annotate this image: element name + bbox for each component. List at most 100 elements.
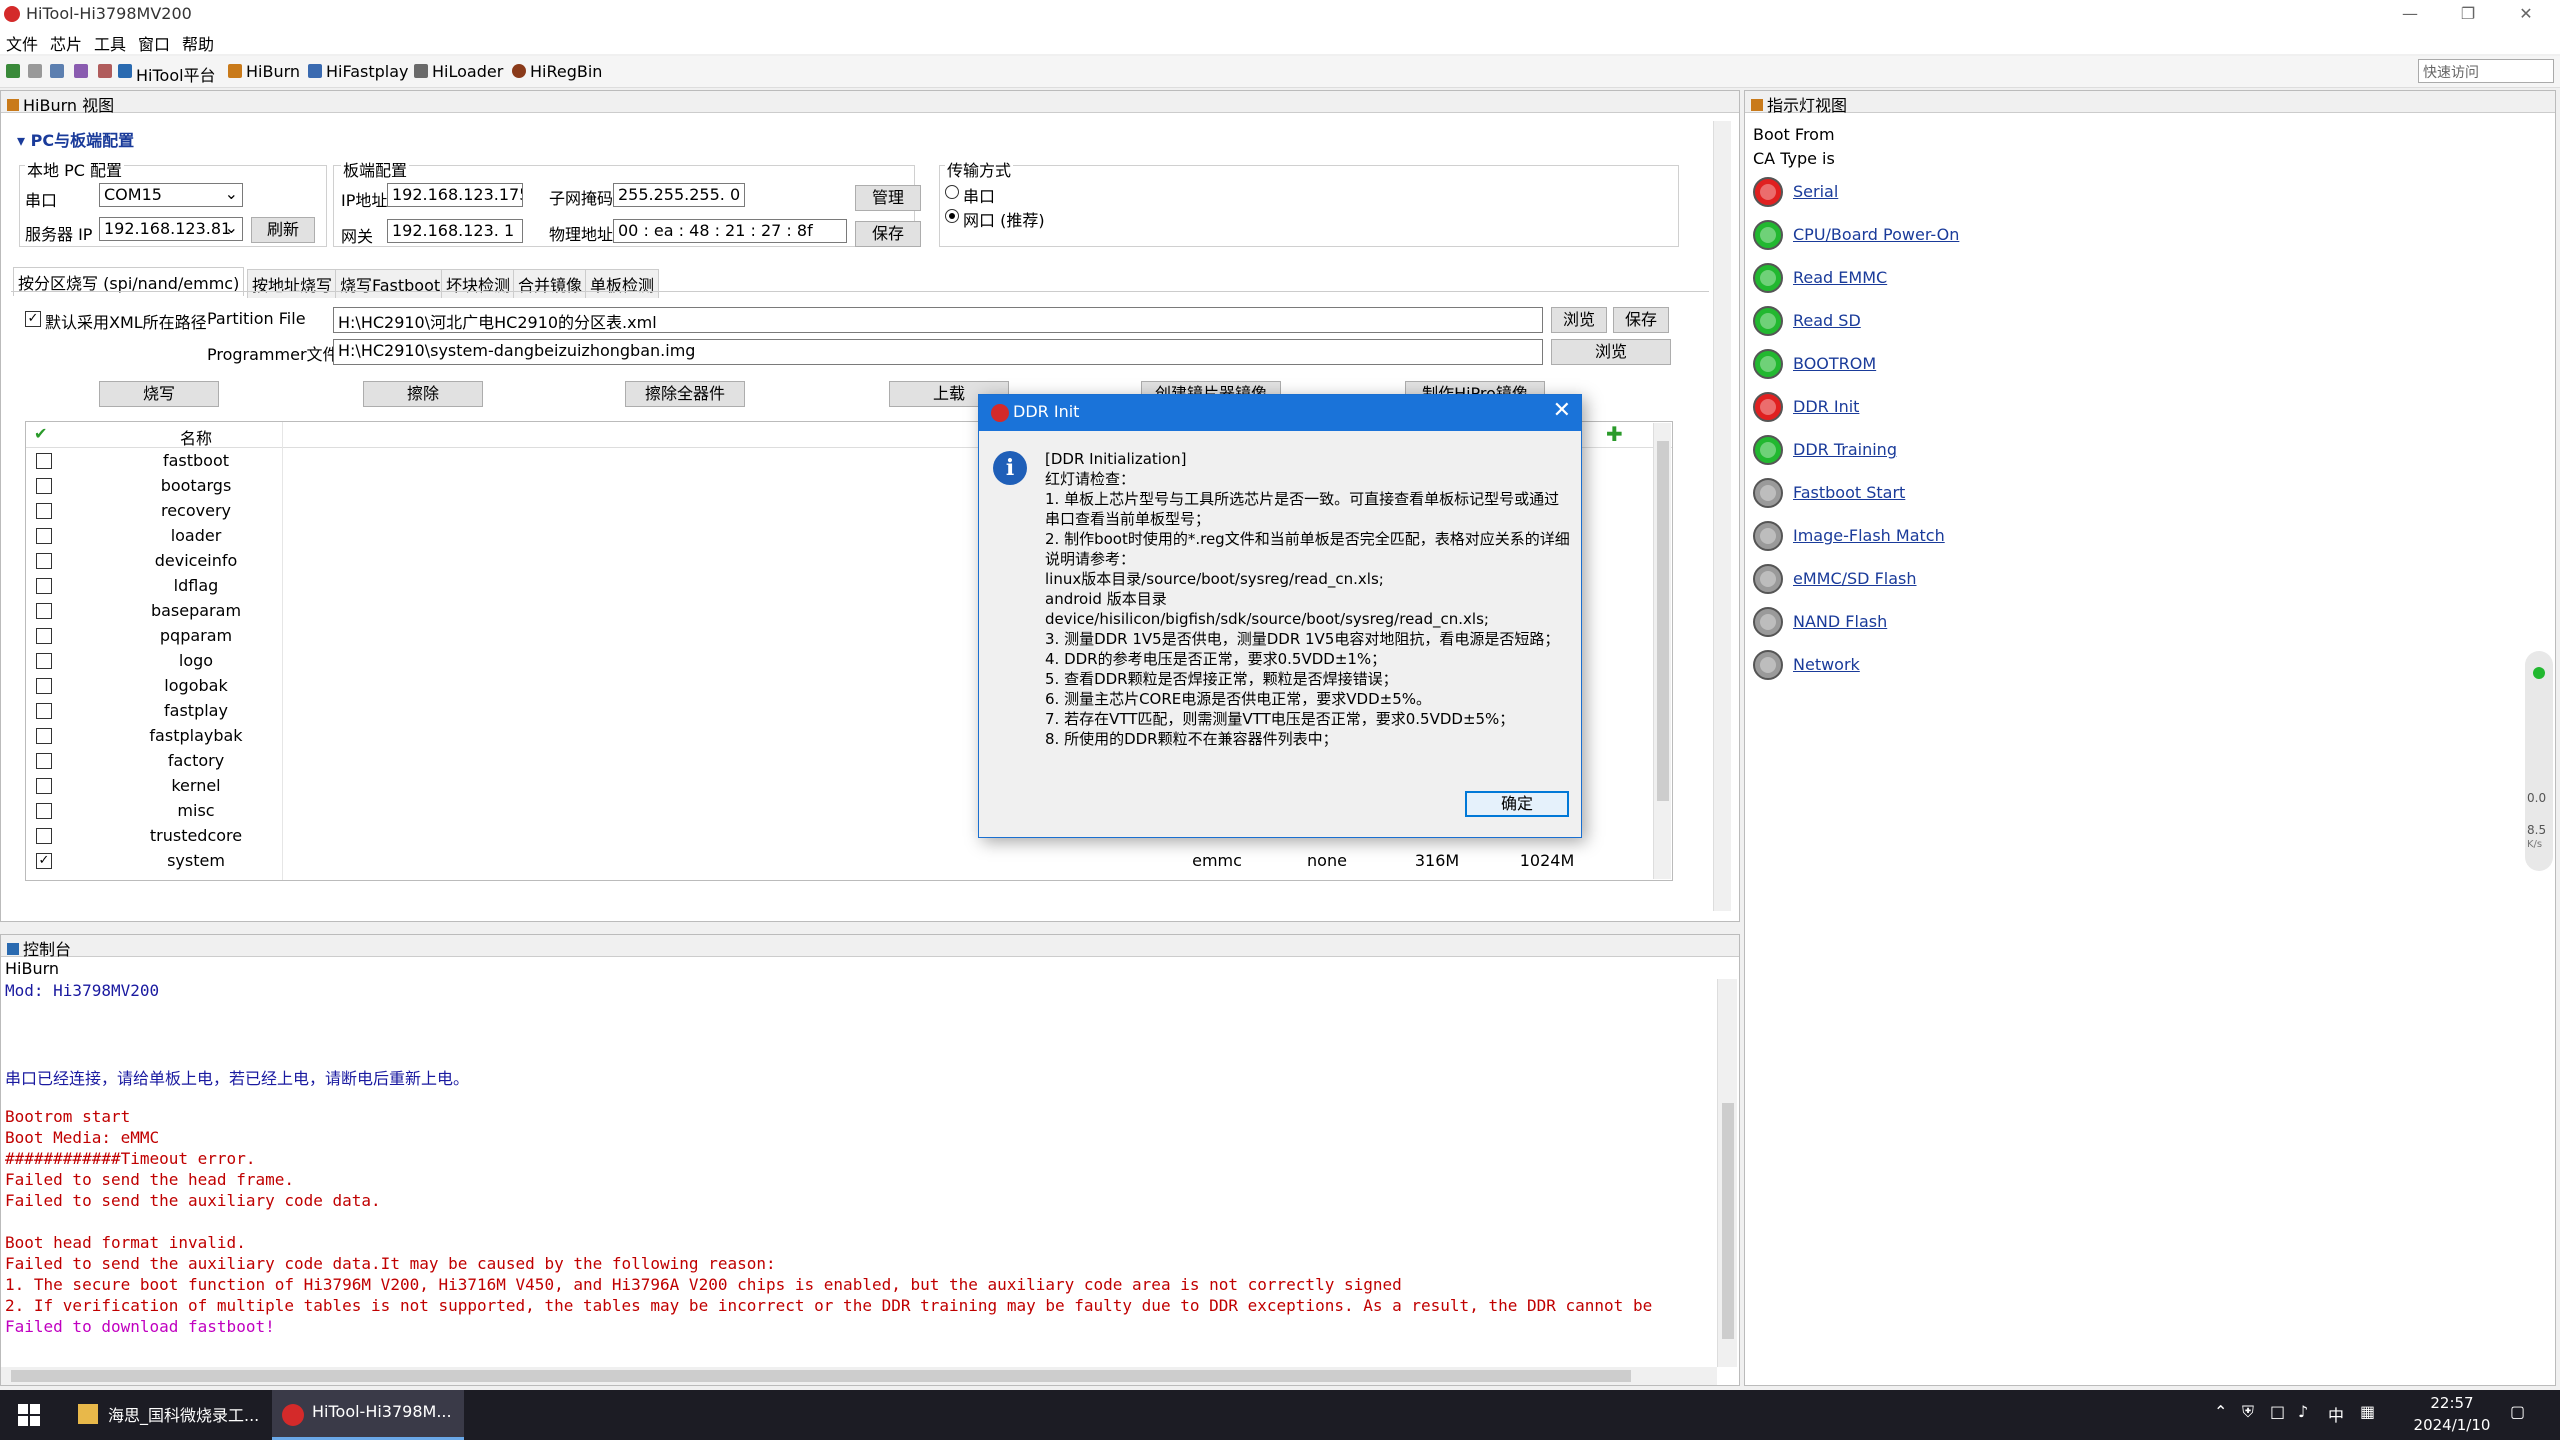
indicator-label[interactable]: Network <box>1793 655 1860 674</box>
row-checkbox[interactable] <box>36 603 52 619</box>
indicator-light[interactable]: NAND Flash <box>1753 607 2053 637</box>
indicator-label[interactable]: DDR Init <box>1793 397 1859 416</box>
table-scrollbar-thumb[interactable] <box>1657 441 1669 801</box>
indicator-light[interactable]: Fastboot Start <box>1753 478 2053 508</box>
indicator-light[interactable]: CPU/Board Power-On <box>1753 220 2053 250</box>
connect-icon[interactable] <box>6 64 20 78</box>
indicator-label[interactable]: eMMC/SD Flash <box>1793 569 1917 588</box>
burn-button[interactable]: 烧写 <box>99 381 219 407</box>
indicator-label[interactable]: Read SD <box>1793 311 1861 330</box>
network-speed-widget[interactable]: 0.0 8.5 K/s <box>2525 651 2553 871</box>
row-checkbox[interactable] <box>36 703 52 719</box>
menu-chip[interactable]: 芯片 <box>50 31 82 55</box>
dialog-close-icon[interactable]: ✕ <box>1553 398 1571 423</box>
indicator-light[interactable]: DDR Init <box>1753 392 2053 422</box>
partition-file-input[interactable]: H:\HC2910\河北广电HC2910的分区表.xml <box>333 307 1543 333</box>
row-checkbox[interactable] <box>36 578 52 594</box>
clock-time[interactable]: 22:57 <box>2402 1394 2502 1412</box>
console-hscrollbar-thumb[interactable] <box>11 1370 1631 1382</box>
row-checkbox[interactable] <box>36 678 52 694</box>
save-partition-button[interactable]: 保存 <box>1613 307 1669 333</box>
xml-path-checkbox[interactable]: ✓ <box>25 311 41 327</box>
restore-button[interactable]: ❐ <box>2448 2 2488 26</box>
ok-button[interactable]: 确定 <box>1465 791 1569 817</box>
indicator-label[interactable]: Serial <box>1793 182 1838 201</box>
row-checkbox[interactable] <box>36 753 52 769</box>
row-checkbox[interactable] <box>36 553 52 569</box>
hitool-platform-button[interactable]: HiTool平台 <box>136 62 216 86</box>
radio-serial[interactable] <box>945 185 959 199</box>
radio-network-label[interactable]: 网口 (推荐) <box>963 207 1045 231</box>
row-checkbox[interactable] <box>36 803 52 819</box>
chip-icon[interactable] <box>74 64 88 78</box>
table-row[interactable]: ✓ system emmc none 316M 1024M <box>26 848 1672 873</box>
row-checkbox[interactable] <box>36 478 52 494</box>
row-checkbox[interactable] <box>36 778 52 794</box>
disconnect-icon[interactable] <box>28 64 42 78</box>
add-partition-icon[interactable]: ✚ <box>1606 422 1623 446</box>
indicator-light[interactable]: Read SD <box>1753 306 2053 336</box>
indicator-light[interactable]: Read EMMC <box>1753 263 2053 293</box>
indicator-light[interactable]: BOOTROM <box>1753 349 2053 379</box>
save-config-button[interactable]: 保存 <box>855 221 921 247</box>
section-title[interactable]: ▾ PC与板端配置 <box>17 127 134 151</box>
menu-window[interactable]: 窗口 <box>138 31 170 55</box>
tray-chevron-up-icon[interactable]: ⌃ <box>2214 1402 2227 1421</box>
indicator-label[interactable]: CPU/Board Power-On <box>1793 225 1959 244</box>
serial-select[interactable]: COM15 ⌄ <box>99 183 243 207</box>
quick-access-input[interactable]: 快速访问 <box>2418 59 2554 83</box>
refresh-button[interactable]: 刷新 <box>251 217 315 243</box>
row-checkbox[interactable] <box>36 828 52 844</box>
indicator-label[interactable]: Read EMMC <box>1793 268 1887 287</box>
windows-start-icon[interactable] <box>18 1404 40 1426</box>
tray-volume-icon[interactable]: ♪ <box>2298 1402 2308 1421</box>
tab-merge-image[interactable]: 合并镜像 <box>513 269 588 298</box>
clock-date[interactable]: 2024/1/10 <box>2402 1416 2502 1434</box>
close-button[interactable]: ✕ <box>2506 2 2546 26</box>
row-checkbox[interactable] <box>36 728 52 744</box>
row-checkbox[interactable] <box>36 653 52 669</box>
indicator-light[interactable]: DDR Training <box>1753 435 2053 465</box>
indicator-light[interactable]: Image-Flash Match <box>1753 521 2053 551</box>
tray-network-icon[interactable]: □ <box>2270 1402 2285 1421</box>
indicator-light[interactable]: eMMC/SD Flash <box>1753 564 2053 594</box>
radio-network[interactable] <box>945 209 959 223</box>
server-ip-select[interactable]: 192.168.123.81 ⌄ <box>99 217 243 241</box>
manage-button[interactable]: 管理 <box>855 185 921 211</box>
taskbar-app-explorer[interactable]: 海思_国科微烧录工... <box>68 1390 264 1440</box>
tray-shield-icon[interactable]: ⛨ <box>2242 1402 2254 1422</box>
indicator-light[interactable]: Network <box>1753 650 2053 680</box>
browse-programmer-button[interactable]: 浏览 <box>1551 339 1671 365</box>
programmer-file-input[interactable]: H:\HC2910\system-dangbeizuizhongban.img <box>333 339 1543 365</box>
tool-icon[interactable] <box>98 64 112 78</box>
ip-input[interactable]: 192.168.123.175 <box>387 183 523 207</box>
tray-ime-icon[interactable]: ▦ <box>2360 1402 2375 1421</box>
gateway-input[interactable]: 192.168.123. 1 <box>387 219 523 243</box>
indicator-label[interactable]: BOOTROM <box>1793 354 1876 373</box>
taskbar-app-hitool[interactable]: HiTool-Hi3798M... <box>272 1390 464 1440</box>
indicator-label[interactable]: Fastboot Start <box>1793 483 1905 502</box>
console-hscrollbar[interactable] <box>1 1367 1717 1385</box>
row-checkbox[interactable]: ✓ <box>36 853 52 869</box>
board-icon[interactable] <box>50 64 64 78</box>
console-scrollbar-thumb[interactable] <box>1722 1103 1734 1339</box>
tab-badblock[interactable]: 坏块检测 <box>441 269 516 298</box>
console-scrollbar[interactable] <box>1717 979 1737 1367</box>
mask-input[interactable]: 255.255.255. 0 <box>613 183 745 207</box>
hiburn-button[interactable]: HiBurn <box>246 62 300 81</box>
select-all-check-icon[interactable]: ✔ <box>34 424 47 443</box>
radio-serial-label[interactable]: 串口 <box>963 183 995 207</box>
indicator-light[interactable]: Serial <box>1753 177 2053 207</box>
menu-file[interactable]: 文件 <box>6 31 38 55</box>
hiloader-button[interactable]: HiLoader <box>432 62 503 81</box>
indicator-label[interactable]: NAND Flash <box>1793 612 1887 631</box>
hiregbin-button[interactable]: HiRegBin <box>530 62 602 81</box>
table-scrollbar[interactable] <box>1653 423 1671 879</box>
row-checkbox[interactable] <box>36 453 52 469</box>
panel-scrollbar[interactable] <box>1713 121 1731 911</box>
row-checkbox[interactable] <box>36 528 52 544</box>
tab-address-burn[interactable]: 按地址烧写 <box>247 269 338 298</box>
row-checkbox[interactable] <box>36 503 52 519</box>
mac-input[interactable]: 00 : ea : 48 : 21 : 27 : 8f <box>613 219 847 243</box>
notification-icon[interactable]: ▢ <box>2510 1402 2525 1421</box>
